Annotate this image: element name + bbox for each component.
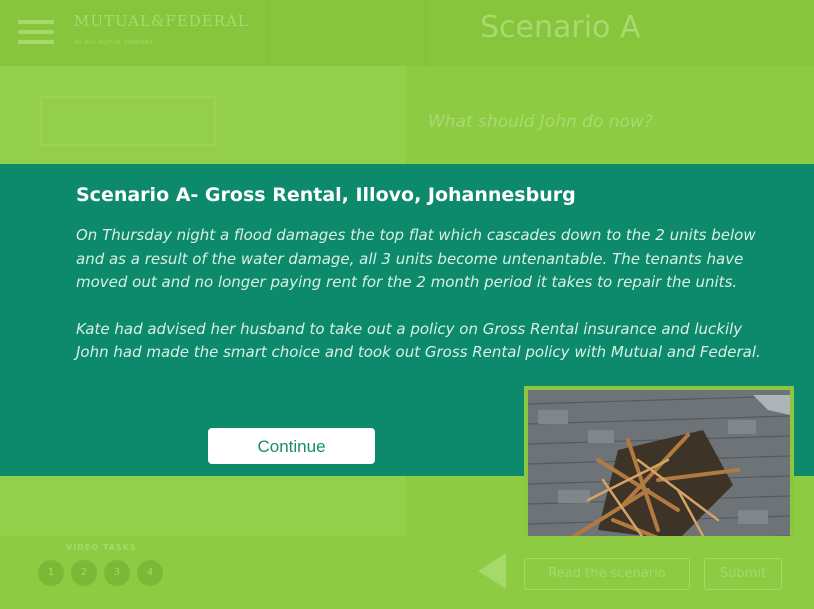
modal-paragraph: On Thursday night a flood damages the to… (76, 226, 756, 291)
header-divider (425, 0, 426, 66)
background-image-frame (40, 96, 216, 146)
logo-tagline: AN OLD MUTUAL COMPANY (74, 40, 153, 46)
read-scenario-button[interactable]: Read the scenario (524, 558, 690, 590)
step-3-button[interactable]: 3 (104, 560, 130, 586)
video-tasks-label: VIDEO TASKS (66, 543, 137, 552)
page-title: Scenario A (480, 10, 641, 45)
submit-button[interactable]: Submit (704, 558, 782, 590)
modal-paragraph: Kate had advised her husband to take out… (76, 319, 761, 362)
step-2-button[interactable]: 2 (71, 560, 97, 586)
hamburger-icon[interactable] (18, 20, 54, 46)
app-header: MUTUAL&FEDERAL AN OLD MUTUAL COMPANY Sce… (0, 0, 814, 66)
continue-button[interactable]: Continue (208, 428, 375, 464)
step-1-button[interactable]: 1 (38, 560, 64, 586)
modal-body: On Thursday night a flood damages the to… (76, 224, 766, 388)
step-4-button[interactable]: 4 (137, 560, 163, 586)
modal-title: Scenario A- Gross Rental, Illovo, Johann… (76, 184, 576, 206)
question-text: What should John do now? (428, 112, 653, 132)
header-divider (268, 0, 269, 66)
previous-arrow-icon[interactable] (478, 553, 506, 589)
